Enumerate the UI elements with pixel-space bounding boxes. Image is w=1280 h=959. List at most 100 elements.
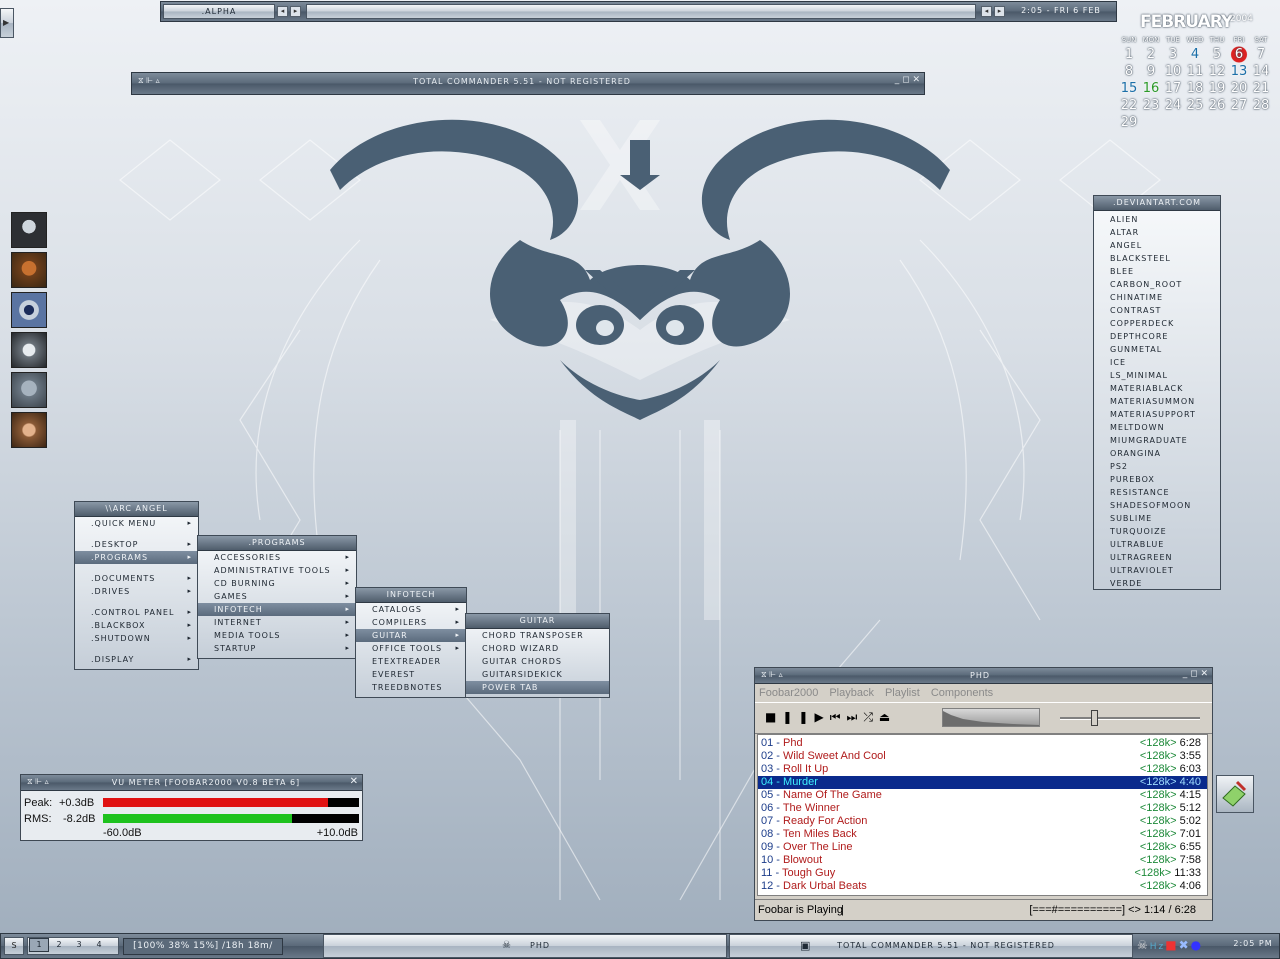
playlist-row[interactable]: 04 - Murder <128k> 4:40 bbox=[758, 776, 1207, 789]
foobar-menu-item[interactable]: Components bbox=[931, 687, 993, 699]
calendar-day[interactable]: 19 bbox=[1206, 80, 1228, 97]
style-list-item[interactable]: DEPTHCORE bbox=[1094, 330, 1220, 343]
calendar-day[interactable]: 14 bbox=[1250, 63, 1272, 80]
menu-item[interactable]: CHORD WIZARD bbox=[466, 642, 609, 655]
style-list-item[interactable]: MATERIABLACK bbox=[1094, 382, 1220, 395]
menu-item[interactable]: INTERNET ▸ bbox=[198, 616, 356, 629]
volume-slider-knob[interactable] bbox=[1090, 710, 1098, 726]
calendar-day[interactable]: 2 bbox=[1140, 46, 1162, 63]
calendar-day[interactable]: 28 bbox=[1250, 97, 1272, 114]
menu-item[interactable]: INFOTECH ▸ bbox=[198, 603, 356, 616]
menu-item[interactable]: CHORD TRANSPOSER bbox=[466, 629, 609, 642]
calendar-day[interactable]: 20 bbox=[1228, 80, 1250, 97]
menu-item[interactable]: TREEDBNOTES bbox=[356, 681, 466, 694]
foobar-menu-item[interactable]: Playback bbox=[829, 687, 874, 699]
previous-icon[interactable]: ⏮ bbox=[830, 710, 847, 724]
next-window-button[interactable]: ▸ bbox=[994, 6, 1005, 17]
style-list-item[interactable]: SHADESOFMOON bbox=[1094, 499, 1220, 512]
style-list-item[interactable]: LS_MINIMAL bbox=[1094, 369, 1220, 382]
menu-item[interactable]: .CONTROL PANEL ▸ bbox=[75, 606, 198, 619]
style-list-item[interactable]: ORANGINA bbox=[1094, 447, 1220, 460]
root-menu-title[interactable]: \\ARC ANGEL bbox=[75, 502, 198, 517]
wolf-avatar-icon[interactable] bbox=[11, 332, 47, 368]
volume-slider[interactable] bbox=[1060, 710, 1200, 726]
foobar-menu-item[interactable]: Foobar2000 bbox=[759, 687, 818, 699]
window-menu-icons[interactable]: ⧖ ⊩ ▵ bbox=[761, 670, 783, 680]
style-list-item[interactable]: CARBON_ROOT bbox=[1094, 278, 1220, 291]
calendar-day[interactable]: 29 bbox=[1118, 114, 1140, 131]
style-list-item[interactable]: SUBLIME bbox=[1094, 512, 1220, 525]
menu-item[interactable]: .DESKTOP ▸ bbox=[75, 538, 198, 551]
style-list-item[interactable]: TURQUOIZE bbox=[1094, 525, 1220, 538]
window-label-area[interactable] bbox=[306, 4, 976, 19]
programs-menu-title[interactable]: .PROGRAMS bbox=[198, 536, 356, 551]
menu-item[interactable]: GAMES ▸ bbox=[198, 590, 356, 603]
calendar-day[interactable]: 23 bbox=[1140, 97, 1162, 114]
window-menu-icons[interactable]: ⧖ ⊩ ▵ bbox=[138, 76, 160, 86]
menu-item[interactable]: ACCESSORIES ▸ bbox=[198, 551, 356, 564]
toolbar-toggle-button[interactable]: ▶ bbox=[0, 8, 14, 38]
menu-item[interactable]: COMPILERS ▸ bbox=[356, 616, 466, 629]
workspace-button[interactable]: 4 bbox=[89, 937, 109, 953]
style-list-item[interactable]: PUREBOX bbox=[1094, 473, 1220, 486]
style-list-item[interactable]: ULTRABLUE bbox=[1094, 538, 1220, 551]
style-list-item[interactable]: RESISTANCE bbox=[1094, 486, 1220, 499]
calendar-day[interactable]: 8 bbox=[1118, 63, 1140, 80]
window-controls[interactable]: _ ◻ ✕ bbox=[895, 75, 920, 85]
menu-item[interactable]: GUITAR CHORDS bbox=[466, 655, 609, 668]
play-icon[interactable]: ▶ bbox=[814, 710, 829, 724]
playlist-row[interactable]: 02 - Wild Sweet And Cool <128k> 3:55 bbox=[758, 750, 1207, 763]
red-tray-icon[interactable]: ■ bbox=[1165, 938, 1178, 952]
playlist-row[interactable]: 08 - Ten Miles Back <128k> 7:01 bbox=[758, 828, 1207, 841]
menu-item[interactable]: MEDIA TOOLS ▸ bbox=[198, 629, 356, 642]
workspace-button[interactable]: 1 bbox=[29, 938, 49, 952]
calendar-day[interactable]: 3 bbox=[1162, 46, 1184, 63]
window-menu-icons[interactable]: ⧖ ⊩ ▵ bbox=[27, 777, 49, 787]
playlist-row[interactable]: 06 - The Winner <128k> 5:12 bbox=[758, 802, 1207, 815]
menu-item[interactable]: POWER TAB bbox=[466, 681, 609, 694]
style-list-item[interactable]: BLEE bbox=[1094, 265, 1220, 278]
calendar-day[interactable]: 1 bbox=[1118, 46, 1140, 63]
calendar-day[interactable]: 16 bbox=[1140, 80, 1162, 97]
calendar-day[interactable]: 5 bbox=[1206, 46, 1228, 63]
calendar-day[interactable]: 27 bbox=[1228, 97, 1250, 114]
calendar-day[interactable] bbox=[1140, 114, 1162, 131]
menu-item[interactable]: .SHUTDOWN ▸ bbox=[75, 632, 198, 645]
calendar-day[interactable]: 22 bbox=[1118, 97, 1140, 114]
calendar-day[interactable] bbox=[1206, 114, 1228, 131]
skull-avatar-icon[interactable] bbox=[11, 212, 47, 248]
shuffle-icon[interactable]: ⤮ bbox=[863, 710, 879, 724]
playlist-row[interactable]: 12 - Dark Urbal Beats <128k> 4:06 bbox=[758, 880, 1207, 893]
menu-item[interactable]: EVEREST bbox=[356, 668, 466, 681]
menu-item[interactable]: .DRIVES ▸ bbox=[75, 585, 198, 598]
playlist-row[interactable]: 07 - Ready For Action <128k> 5:02 bbox=[758, 815, 1207, 828]
robot-avatar-icon[interactable] bbox=[11, 372, 47, 408]
menu-item[interactable]: .BLACKBOX ▸ bbox=[75, 619, 198, 632]
task-button-phd[interactable]: ☠ PHD bbox=[323, 934, 727, 958]
playlist-row[interactable]: 05 - Name Of The Game <128k> 4:15 bbox=[758, 789, 1207, 802]
playlist-row[interactable]: 11 - Tough Guy <128k> 11:33 bbox=[758, 867, 1207, 880]
next-workspace-button[interactable]: ▸ bbox=[290, 6, 301, 17]
alien-tray-icon[interactable]: ☠ bbox=[1137, 938, 1150, 952]
close-icon[interactable]: ✕ bbox=[350, 776, 358, 787]
prev-workspace-button[interactable]: ◂ bbox=[277, 6, 288, 17]
calendar-day[interactable] bbox=[1228, 114, 1250, 131]
calendar-day[interactable]: 17 bbox=[1162, 80, 1184, 97]
calendar-day[interactable]: 18 bbox=[1184, 80, 1206, 97]
style-list-item[interactable]: ALIEN bbox=[1094, 213, 1220, 226]
style-list-item[interactable]: MELTDOWN bbox=[1094, 421, 1220, 434]
vu-meter-titlebar[interactable]: ⧖ ⊩ ▵ VU METER [FOOBAR2000 V0.8 BETA 6] … bbox=[21, 775, 362, 791]
menu-item[interactable]: CD BURNING ▸ bbox=[198, 577, 356, 590]
menu-item[interactable]: .DOCUMENTS ▸ bbox=[75, 572, 198, 585]
task-button-total-commander[interactable]: ▣ TOTAL COMMANDER 5.51 - NOT REGISTERED bbox=[729, 934, 1133, 958]
menu-item[interactable]: .DISPLAY ▸ bbox=[75, 653, 198, 666]
calendar-day[interactable]: 10 bbox=[1162, 63, 1184, 80]
workspace-label[interactable]: .ALPHA bbox=[163, 4, 275, 19]
style-list-item[interactable]: ULTRAVIOLET bbox=[1094, 564, 1220, 577]
girl-avatar-icon[interactable] bbox=[11, 412, 47, 448]
hz-tray-icon[interactable]: Hz bbox=[1150, 942, 1166, 952]
menu-item[interactable]: STARTUP ▸ bbox=[198, 642, 356, 655]
calendar-day[interactable]: 4 bbox=[1184, 46, 1206, 63]
calendar-day[interactable]: 6 bbox=[1228, 46, 1250, 63]
calendar-day[interactable] bbox=[1250, 114, 1272, 131]
